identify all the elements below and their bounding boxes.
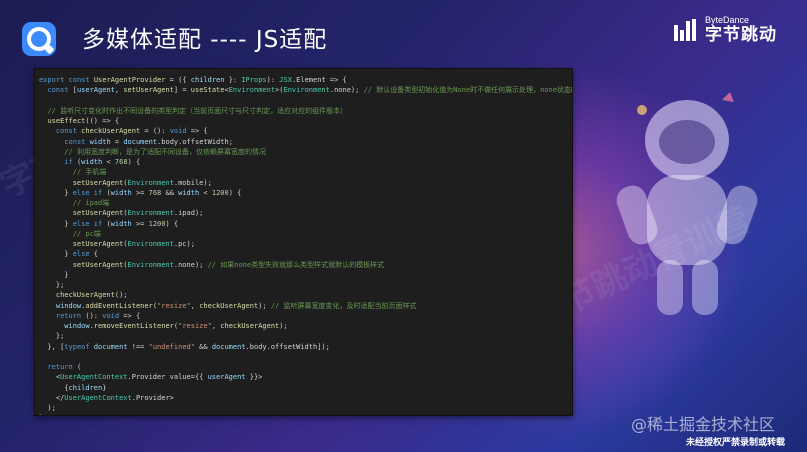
- code-line: setUserAgent(Environment.ipad);: [72, 209, 204, 218]
- code-line: );: [39, 404, 56, 412]
- code-line: setUserAgent(Environment.none); // 如果non…: [72, 260, 385, 269]
- code-line: export const UserAgentProvider = ({ chil…: [39, 76, 347, 84]
- code-line: // ipad端: [72, 199, 110, 207]
- footer-copyright-note: 未经授权严禁录制或转载: [685, 438, 785, 448]
- code-line: }: [39, 270, 69, 279]
- code-line: return (): void => {: [55, 311, 141, 320]
- code-line: // pc端: [72, 229, 101, 238]
- code-line: const [userAgent, setUserAgent] = useSta…: [47, 86, 572, 95]
- code-line: } else {: [39, 250, 99, 259]
- code-line: window.removeEventListener("resize", che…: [64, 322, 288, 330]
- code-editor: export const UserAgentProvider = ({ chil…: [34, 68, 573, 416]
- page-title: 多媒体适配 ---- JS适配: [82, 27, 328, 53]
- code-line: {children}: [39, 383, 107, 392]
- code-line: }, [typeof document !== "undefined" && d…: [39, 342, 330, 351]
- code-line: return (: [47, 363, 82, 371]
- code-line: window.addEventListener("resize", checkU…: [55, 301, 417, 310]
- code-line: useEffect(() => {: [47, 117, 120, 125]
- code-line: const checkUserAgent = (): void => {: [55, 127, 208, 136]
- code-line: setUserAgent(Environment.pc);: [72, 240, 195, 248]
- code-line: </UserAgentContext.Provider>: [39, 393, 174, 402]
- code-line: // 监听尺寸变化时作出不同设备的类型判定（当前页面尺寸与尺寸判定，适应对应的组…: [47, 106, 348, 115]
- code-line: // 利用宽度判断，是为了适配不同设备，仅依赖屏幕宽度的情况: [64, 147, 266, 156]
- code-line: setUserAgent(Environment.mobile);: [72, 178, 212, 187]
- code-line: <UserAgentContext.Provider value={{ user…: [39, 373, 263, 382]
- bytedance-brand: ByteDance 字节跳动: [673, 16, 777, 44]
- code-line: };: [39, 332, 65, 341]
- code-line: if (width < 768) {: [64, 158, 141, 166]
- code-block: export const UserAgentProvider = ({ chil…: [35, 69, 572, 415]
- code-line: };: [39, 413, 572, 415]
- bytedance-bars-icon: [674, 19, 696, 41]
- code-line: // 手机端: [72, 168, 107, 177]
- code-line: checkUserAgent();: [55, 291, 128, 300]
- footer-site-label: @稀土掘金技术社区: [630, 415, 775, 434]
- code-line: };: [39, 281, 65, 289]
- code-line: const width = document.body.offsetWidth;: [64, 137, 233, 146]
- astronaut-illustration: [616, 92, 758, 315]
- brand-name-en: ByteDance: [705, 15, 750, 25]
- code-line: } else if (width >= 1200) {: [39, 219, 179, 228]
- brand-name-cn: 字节跳动: [705, 25, 777, 45]
- app-logo-icon: [22, 22, 56, 56]
- code-line: } else if (width >= 768 && width < 1200)…: [39, 188, 242, 197]
